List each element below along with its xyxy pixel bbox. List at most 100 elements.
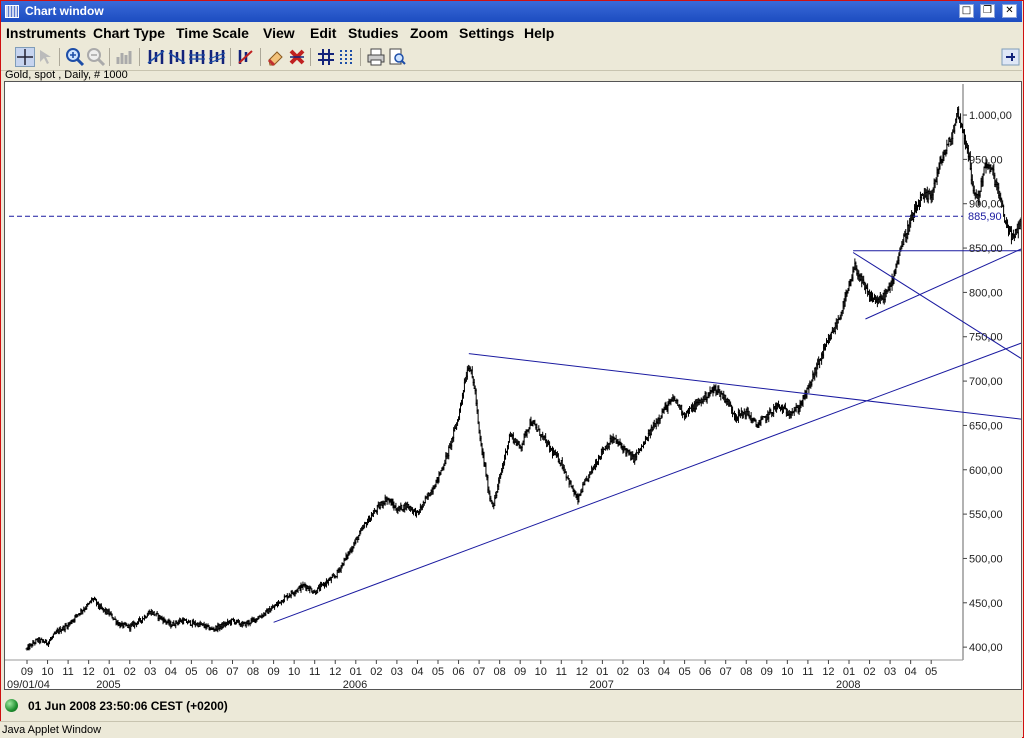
x-tick-label: 04 [905, 666, 917, 678]
trend-line-diagonal-from-nov-high[interactable] [852, 252, 1021, 387]
x-tick-label: 03 [144, 666, 156, 678]
menu-studies[interactable]: Studies [348, 25, 399, 41]
x-tick-label: 02 [124, 666, 136, 678]
x-tick-label: 08 [247, 666, 259, 678]
y-tick-label: 600,00 [969, 465, 1003, 477]
x-tick-label: 03 [637, 666, 649, 678]
print-preview-icon[interactable] [387, 47, 407, 67]
x-tick-label: 11 [62, 666, 73, 678]
x-tick-label: 07 [473, 666, 485, 678]
menu-settings[interactable]: Settings [459, 25, 514, 41]
trend-line-long-term-support[interactable] [273, 326, 1021, 623]
x-tick-label: 04 [165, 666, 177, 678]
print-icon[interactable] [366, 47, 386, 67]
x-tick-label: 11 [802, 666, 813, 678]
title-bar[interactable]: Chart window □ ❐ ✕ [1, 1, 1022, 22]
x-tick-label: 01 [843, 666, 855, 678]
eraser-icon[interactable] [266, 47, 286, 67]
x-tick-label: 02 [370, 666, 382, 678]
channel-tool-icon[interactable] [167, 47, 187, 67]
y-tick-label: 900,00 [969, 199, 1003, 211]
y-tick-label: 450,00 [969, 598, 1003, 610]
menu-time-scale[interactable]: Time Scale [176, 25, 249, 41]
x-year-label: 2007 [589, 679, 613, 689]
x-tick-label: 06 [452, 666, 464, 678]
x-tick-label: 09 [21, 666, 33, 678]
trend-arrow-icon[interactable] [236, 47, 256, 67]
menu-zoom[interactable]: Zoom [410, 25, 448, 41]
x-tick-label: 10 [288, 666, 300, 678]
menu-bar: Instruments Chart Type Time Scale View E… [1, 22, 1022, 44]
x-tick-label: 06 [699, 666, 711, 678]
x-tick-label: 05 [185, 666, 197, 678]
chart-subtitle: Gold, spot , Daily, # 1000 [5, 69, 128, 81]
menu-instruments[interactable]: Instruments [6, 25, 86, 41]
y-tick-label: 800,00 [969, 287, 1003, 299]
x-tick-label: 01 [350, 666, 362, 678]
status-datetime: 01 Jun 2008 23:50:06 CEST (+0200) [28, 699, 228, 713]
x-tick-label: 06 [206, 666, 218, 678]
x-tick-label: 12 [576, 666, 588, 678]
cursor-icon[interactable] [36, 47, 56, 67]
x-tick-label: 12 [329, 666, 341, 678]
restore-icon[interactable]: ❐ [980, 4, 995, 18]
x-tick-label: 12 [822, 666, 834, 678]
x-tick-label: 12 [83, 666, 95, 678]
histogram-icon[interactable] [115, 47, 135, 67]
fibonacci-tool-icon[interactable] [187, 47, 207, 67]
window-title: Chart window [25, 4, 104, 18]
x-tick-label: 04 [411, 666, 423, 678]
line-tool-icon[interactable] [146, 47, 166, 67]
x-tick-label: 05 [925, 666, 937, 678]
x-tick-label: 02 [617, 666, 629, 678]
x-tick-label: 09 [761, 666, 773, 678]
x-tick-label: 09 [267, 666, 279, 678]
connection-status-icon [5, 699, 18, 712]
crosshair-icon[interactable] [15, 47, 35, 67]
x-year-label: 2006 [343, 679, 367, 689]
toolbar [1, 44, 1022, 71]
menu-view[interactable]: View [263, 25, 295, 41]
x-year-label: 2008 [836, 679, 860, 689]
x-tick-label: 03 [391, 666, 403, 678]
settings-grid-icon[interactable] [337, 47, 357, 67]
status-bar: 01 Jun 2008 23:50:06 CEST (+0200) [1, 694, 1022, 718]
y-tick-label: 950,00 [969, 154, 1003, 166]
x-tick-label: 05 [432, 666, 444, 678]
x-tick-label: 11 [309, 666, 320, 678]
x-tick-label: 11 [556, 666, 567, 678]
chart-area[interactable]: 400,00 450,00 500,00 550,00 600,00 650,00 700,… [4, 81, 1022, 690]
x-year-label: 09/01/04 [7, 679, 50, 689]
y-tick-label: 550,00 [969, 509, 1003, 521]
applet-footer: Java Applet Window [0, 721, 1022, 738]
window-icon [5, 5, 19, 18]
x-tick-label: 09 [514, 666, 526, 678]
menu-chart-type[interactable]: Chart Type [93, 25, 165, 41]
x-tick-label: 08 [494, 666, 506, 678]
delete-icon[interactable] [287, 47, 307, 67]
x-tick-label: 10 [535, 666, 547, 678]
pin-icon[interactable] [1001, 47, 1020, 67]
y-tick-label: 400,00 [969, 642, 1003, 654]
grid-icon[interactable] [316, 47, 336, 67]
x-tick-label: 10 [781, 666, 793, 678]
parallel-tool-icon[interactable] [207, 47, 227, 67]
y-tick-label: 1.000,00 [969, 110, 1012, 122]
applet-footer-text: Java Applet Window [2, 724, 102, 736]
minimize-icon[interactable]: □ [959, 4, 974, 18]
zoom-in-icon[interactable] [65, 47, 85, 67]
price-chart[interactable]: 400,00 450,00 500,00 550,00 600,00 650,00 700,… [5, 82, 1021, 689]
menu-help[interactable]: Help [524, 25, 554, 41]
x-tick-label: 07 [226, 666, 238, 678]
x-tick-label: 10 [41, 666, 53, 678]
y-tick-label: 500,00 [969, 553, 1003, 565]
x-tick-label: 02 [863, 666, 875, 678]
y-tick-label: 750,00 [969, 332, 1003, 344]
x-tick-label: 03 [884, 666, 896, 678]
x-tick-label: 07 [720, 666, 732, 678]
close-icon[interactable]: ✕ [1002, 4, 1017, 18]
x-year-label: 2005 [96, 679, 120, 689]
current-price-label: 885,90 [968, 211, 1002, 223]
zoom-out-icon[interactable] [86, 47, 106, 67]
menu-edit[interactable]: Edit [310, 25, 336, 41]
